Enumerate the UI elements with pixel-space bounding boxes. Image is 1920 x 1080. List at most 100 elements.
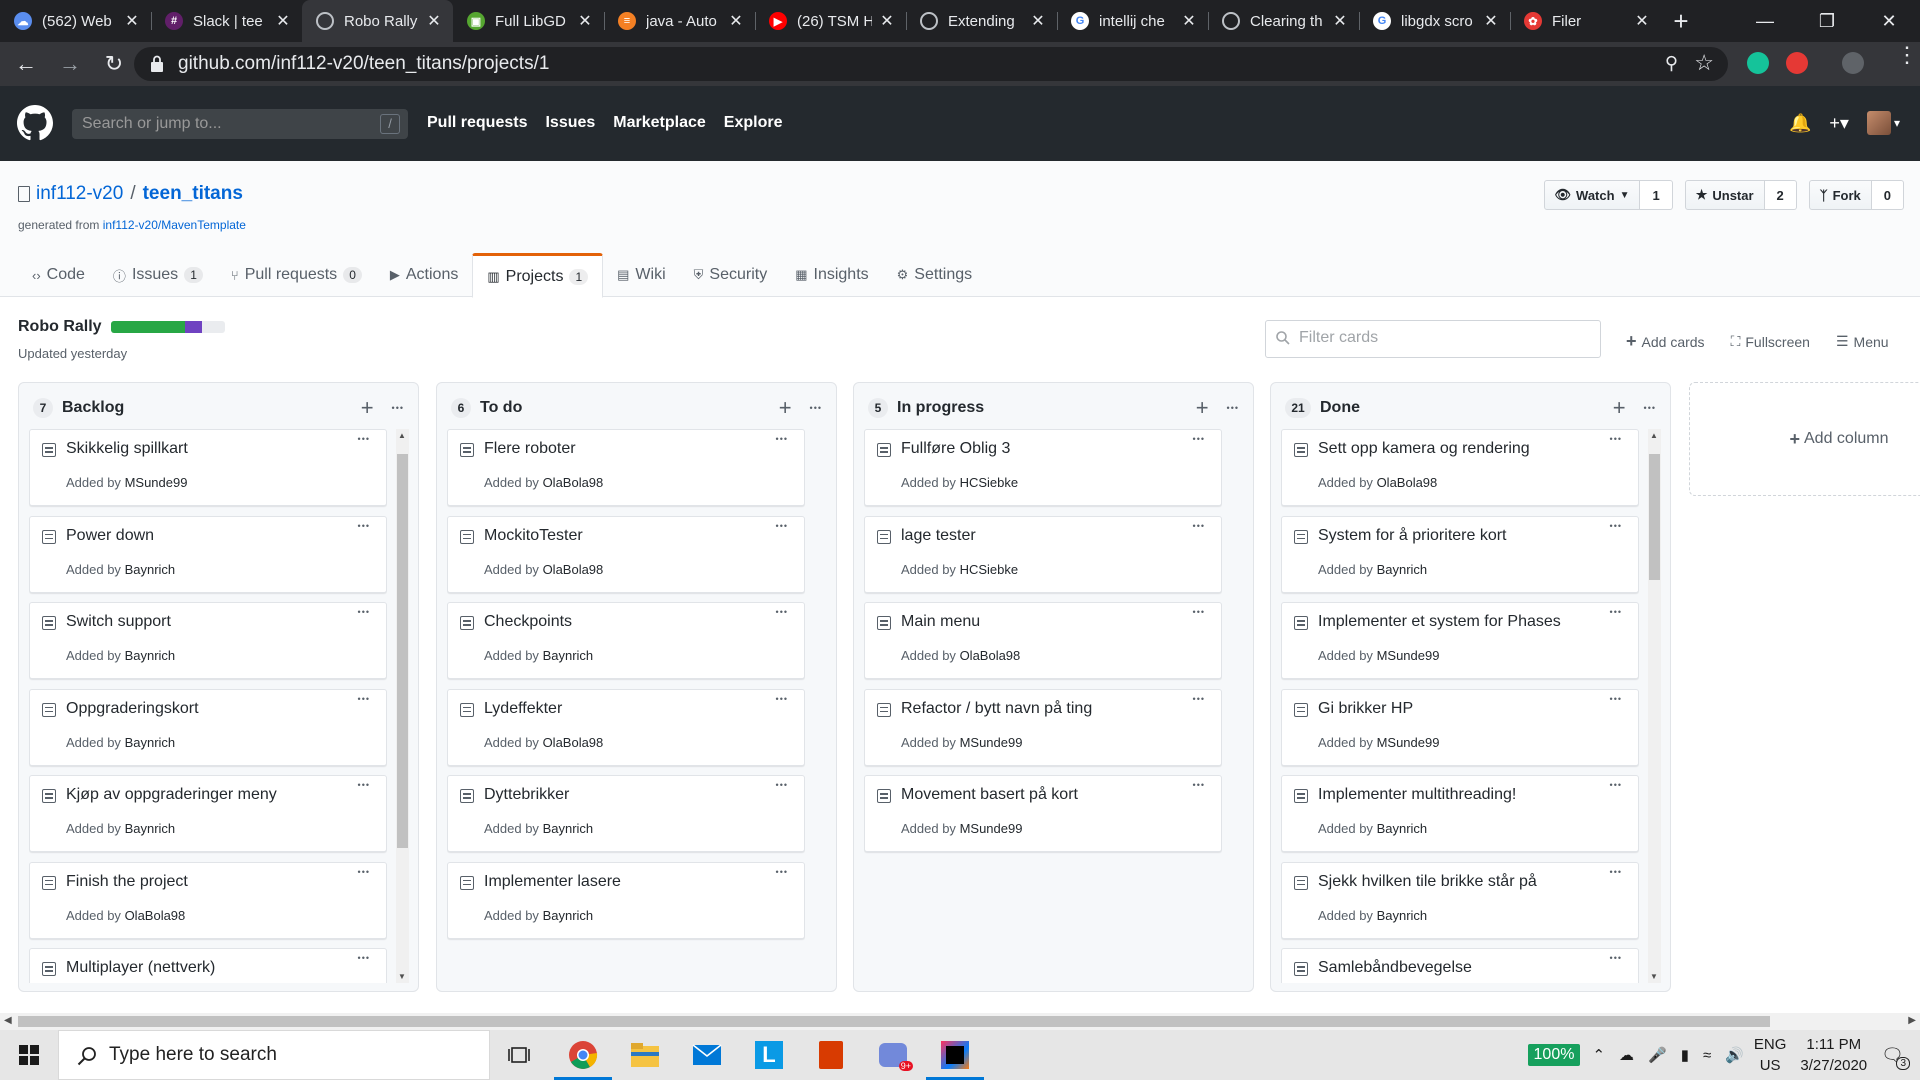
browser-tab[interactable]: ≡ java - Auto ✕	[604, 0, 755, 42]
zoom-icon[interactable]: ⚲	[1665, 53, 1678, 74]
discord-icon[interactable]: 9+	[876, 1038, 913, 1072]
battery-icon[interactable]: ▮	[1681, 1046, 1689, 1064]
notifications-icon[interactable]: 🗨 3	[1881, 1045, 1910, 1070]
card-author[interactable]: HCSiebke	[960, 475, 1019, 490]
language-indicator[interactable]: ENG US	[1754, 1034, 1787, 1076]
card-menu-icon[interactable]: •••	[1610, 607, 1622, 617]
card-menu-icon[interactable]: •••	[1193, 780, 1205, 790]
scroll-left-arrow-icon[interactable]: ◀	[4, 1015, 12, 1026]
browser-tab[interactable]: # Slack | tee ✕	[151, 0, 302, 42]
clock[interactable]: 1:11 PM 3/27/2020	[1800, 1034, 1867, 1076]
project-card[interactable]: Samlebåndbevegelse •••	[1281, 948, 1639, 983]
browser-tab[interactable]: Extending ✕	[906, 0, 1057, 42]
taskbar-search-box[interactable]: Type here to search	[58, 1030, 490, 1080]
add-card-icon[interactable]: +	[1613, 397, 1626, 419]
lernu-app-icon[interactable]: L	[752, 1038, 786, 1072]
scroll-up-arrow-icon[interactable]: ▲	[398, 431, 406, 440]
card-author[interactable]: MSunde99	[1377, 735, 1440, 750]
card-menu-icon[interactable]: •••	[1193, 521, 1205, 531]
address-bar[interactable]: github.com/inf112-v20/teen_titans/projec…	[134, 47, 1728, 81]
close-tab-icon[interactable]: ✕	[123, 11, 141, 31]
project-card[interactable]: Oppgraderingskort Added by Baynrich •••	[29, 688, 387, 766]
restore-button[interactable]: ❐	[1796, 0, 1858, 42]
card-author[interactable]: HCSiebke	[960, 562, 1019, 577]
tab-wiki[interactable]: ▤ Wiki	[603, 253, 680, 297]
column-menu-icon[interactable]: •••	[392, 403, 404, 413]
column-scrollbar[interactable]: ▲ ▼	[1648, 429, 1661, 983]
card-menu-icon[interactable]: •••	[358, 607, 370, 617]
card-author[interactable]: OlaBola98	[543, 735, 604, 750]
start-button[interactable]	[0, 1030, 58, 1080]
card-menu-icon[interactable]: •••	[776, 694, 788, 704]
scroll-right-arrow-icon[interactable]: ▶	[1908, 1015, 1916, 1026]
project-card[interactable]: Flere roboter Added by OlaBola98 •••	[447, 429, 805, 506]
card-author[interactable]: OlaBola98	[960, 648, 1021, 663]
minimize-button[interactable]: —	[1734, 0, 1796, 42]
microphone-icon[interactable]: 🎤	[1648, 1046, 1667, 1064]
add-cards-button[interactable]: + Add cards	[1626, 331, 1705, 352]
card-author[interactable]: OlaBola98	[125, 908, 186, 923]
project-card[interactable]: Refactor / bytt navn på ting Added by MSu…	[864, 688, 1222, 766]
office-icon[interactable]	[814, 1038, 848, 1072]
repo-name-link[interactable]: teen_titans	[143, 183, 243, 205]
card-menu-icon[interactable]: •••	[358, 521, 370, 531]
forward-icon[interactable]: →	[52, 46, 88, 82]
template-link[interactable]: inf112-v20/MavenTemplate	[103, 218, 246, 232]
bell-icon[interactable]: 🔔	[1789, 113, 1811, 134]
project-card[interactable]: Kjøp av oppgraderinger meny Added by Bayn…	[29, 775, 387, 852]
battery-percent[interactable]: 100%	[1527, 1044, 1581, 1066]
profile-extension-icon[interactable]	[1842, 52, 1864, 74]
adblock-extension-icon[interactable]	[1786, 52, 1808, 74]
close-tab-icon[interactable]: ✕	[878, 11, 896, 31]
project-card[interactable]: Power down Added by Baynrich •••	[29, 515, 387, 593]
column-scrollbar-thumb[interactable]	[1649, 453, 1660, 580]
wifi-icon[interactable]: ≈	[1703, 1047, 1711, 1064]
tab-insights[interactable]: ▦ Insights	[781, 253, 882, 297]
browser-tab[interactable]: ▶ (26) TSM H ✕	[755, 0, 906, 42]
browser-tab[interactable]: ✿ Filer ✕	[1510, 0, 1661, 42]
card-author[interactable]: Baynrich	[125, 735, 176, 750]
card-author[interactable]: Baynrich	[125, 648, 176, 663]
browser-tab[interactable]: Robo Rally ✕	[302, 0, 453, 42]
card-menu-icon[interactable]: •••	[1610, 780, 1622, 790]
nav-explore[interactable]: Explore	[724, 114, 783, 132]
user-menu-button[interactable]: ▾	[1866, 111, 1900, 135]
watch-count[interactable]: 1	[1640, 180, 1673, 210]
project-card[interactable]: lage tester Added by HCSiebke •••	[864, 515, 1222, 593]
project-card[interactable]: Checkpoints Added by Baynrich •••	[447, 602, 805, 679]
chevron-up-icon[interactable]: ⌃	[1592, 1046, 1605, 1064]
card-menu-icon[interactable]: •••	[1610, 867, 1622, 877]
card-menu-icon[interactable]: •••	[776, 434, 788, 444]
close-tab-icon[interactable]: ✕	[1180, 11, 1198, 31]
card-menu-icon[interactable]: •••	[358, 434, 370, 444]
add-card-icon[interactable]: +	[779, 397, 792, 419]
menu-button[interactable]: ☰ Menu	[1836, 331, 1889, 352]
volume-icon[interactable]: 🔊	[1725, 1046, 1744, 1064]
card-menu-icon[interactable]: •••	[776, 607, 788, 617]
project-card[interactable]: MockitoTester Added by OlaBola98 •••	[447, 515, 805, 593]
reload-icon[interactable]: ↻	[96, 46, 132, 82]
fullscreen-button[interactable]: ⛶ Fullscreen	[1731, 331, 1810, 352]
project-card[interactable]: Movement basert på kort Added by MSunde99…	[864, 775, 1222, 852]
project-card[interactable]: Sjekk hvilken tile brikke står på Added b…	[1281, 861, 1639, 939]
project-card[interactable]: Implementer multithreading! Added by Bayn…	[1281, 775, 1639, 852]
card-author[interactable]: MSunde99	[1377, 648, 1440, 663]
card-menu-icon[interactable]: •••	[358, 953, 370, 963]
grammarly-extension-icon[interactable]	[1747, 52, 1769, 74]
watch-button[interactable]: 👁 Watch ▼	[1543, 180, 1641, 210]
column-menu-icon[interactable]: •••	[1227, 403, 1239, 413]
close-tab-icon[interactable]: ✕	[425, 11, 443, 31]
card-menu-icon[interactable]: •••	[776, 521, 788, 531]
card-author[interactable]: Baynrich	[1377, 821, 1428, 836]
project-card[interactable]: System for å prioritere kort Added by Bay…	[1281, 515, 1639, 593]
project-card[interactable]: Lydeffekter Added by OlaBola98 •••	[447, 688, 805, 766]
card-author[interactable]: MSunde99	[960, 821, 1023, 836]
project-card[interactable]: Dyttebrikker Added by Baynrich •••	[447, 775, 805, 852]
card-author[interactable]: OlaBola98	[543, 475, 604, 490]
close-tab-icon[interactable]: ✕	[1331, 11, 1349, 31]
card-menu-icon[interactable]: •••	[358, 780, 370, 790]
project-card[interactable]: Main menu Added by OlaBola98 •••	[864, 602, 1222, 679]
close-window-button[interactable]: ✕	[1858, 0, 1920, 42]
bookmark-star-icon[interactable]: ☆	[1694, 50, 1714, 76]
card-menu-icon[interactable]: •••	[776, 780, 788, 790]
